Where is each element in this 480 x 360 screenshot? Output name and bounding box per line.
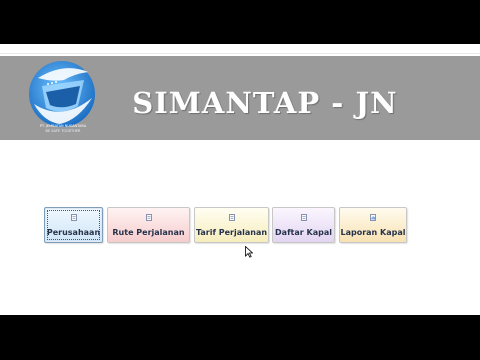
company-logo: PT. JEMBATAN NUSANTARA BE SAFE TOGETHER (24, 58, 102, 138)
header-banner: PT. JEMBATAN NUSANTARA BE SAFE TOGETHER … (0, 56, 480, 140)
laporan-kapal-label: Laporan Kapal (340, 228, 406, 237)
top-divider (0, 53, 480, 54)
tarif-perjalanan-button[interactable]: Tarif Perjalanan (194, 207, 269, 243)
daftar-kapal-button[interactable]: Daftar Kapal (272, 207, 335, 243)
logo-caption: PT. JEMBATAN NUSANTARA BE SAFE TOGETHER (22, 124, 104, 133)
app-title: SIMANTAP - JN (132, 86, 398, 120)
document-icon (228, 214, 235, 221)
laporan-kapal-button[interactable]: Laporan Kapal (339, 207, 407, 243)
tarif-perjalanan-label: Tarif Perjalanan (195, 228, 268, 237)
document-icon (300, 214, 307, 221)
document-icon (145, 214, 152, 221)
report-icon (370, 214, 376, 221)
document-icon (70, 214, 77, 221)
rute-perjalanan-button[interactable]: Rute Perjalanan (107, 207, 190, 243)
rute-perjalanan-label: Rute Perjalanan (112, 228, 185, 237)
perusahaan-label: Perusahaan (46, 228, 101, 237)
logo-subtitle: BE SAFE TOGETHER (45, 128, 81, 133)
mouse-pointer-icon (245, 246, 253, 258)
perusahaan-button[interactable]: Perusahaan (44, 207, 103, 243)
daftar-kapal-label: Daftar Kapal (275, 228, 332, 237)
top-strip (0, 44, 480, 56)
application-window: PT. JEMBATAN NUSANTARA BE SAFE TOGETHER … (0, 44, 480, 315)
